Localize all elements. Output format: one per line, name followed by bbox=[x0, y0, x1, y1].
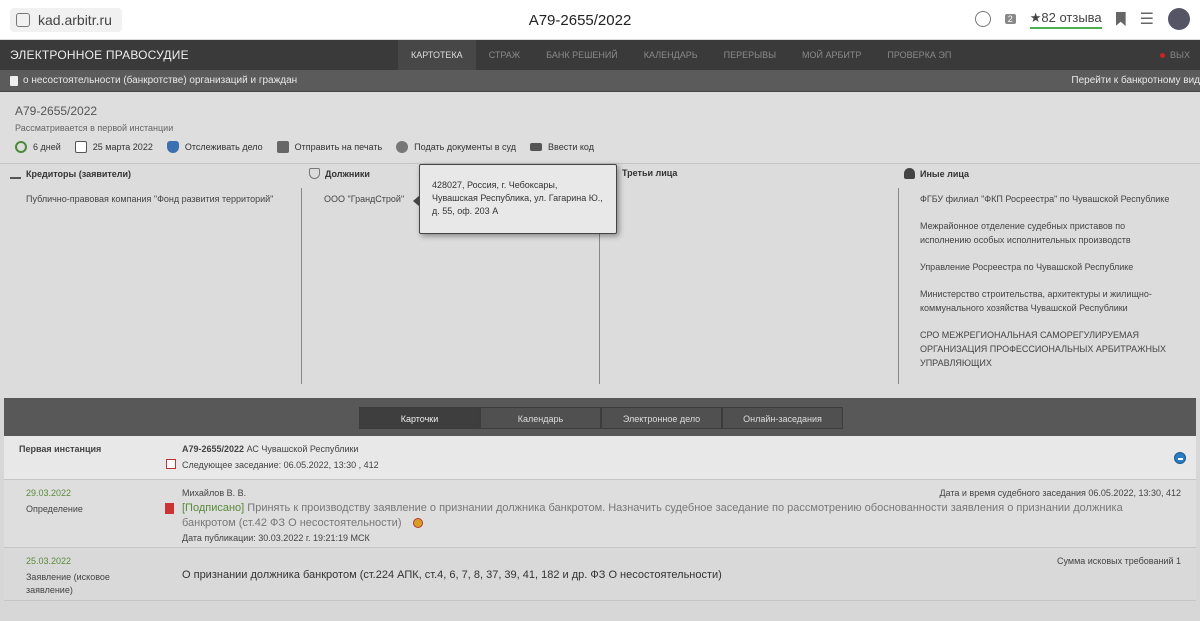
other-party-item[interactable]: ФГБУ филиал "ФКП Росреестра" по Чувашско… bbox=[920, 192, 1190, 206]
exit-link[interactable]: ВЫХ bbox=[1160, 40, 1190, 70]
nav-bank-resheniy[interactable]: БАНК РЕШЕНИЙ bbox=[533, 40, 631, 70]
instance-label: Первая инстанция bbox=[19, 444, 102, 454]
list-item bbox=[4, 601, 1196, 621]
list-item: 25.03.2022 Заявление (исковое заявление)… bbox=[4, 548, 1196, 601]
column-divider bbox=[898, 188, 899, 384]
address-bar[interactable]: kad.arbitr.ru bbox=[10, 8, 122, 32]
submit-documents-button[interactable]: Подать документы в суд bbox=[396, 141, 516, 153]
other-party-item[interactable]: Межрайонное отделение судебных приставов… bbox=[920, 219, 1160, 247]
reviews-link[interactable]: ★82 отзыва bbox=[1029, 10, 1102, 29]
tab-calendar[interactable]: Календарь bbox=[480, 407, 601, 429]
entry-judge: Михайлов В. В. bbox=[182, 488, 247, 498]
list-item: 29.03.2022 Определение Михайлов В. В. Да… bbox=[4, 480, 1196, 548]
third-parties-header: Третьи лица bbox=[622, 168, 678, 178]
other-party-item[interactable]: СРО МЕЖРЕГИОНАЛЬНАЯ САМОРЕГУЛИРУЕМАЯ ОРГ… bbox=[920, 328, 1185, 370]
entry-type-cont: заявление) bbox=[26, 585, 73, 595]
other-party-item[interactable]: Министерство строительства, архитектуры … bbox=[920, 287, 1170, 315]
tab-online-sessions[interactable]: Онлайн-заседания bbox=[722, 407, 843, 429]
downloads-badge[interactable]: 2 bbox=[1004, 14, 1016, 24]
tab-cards[interactable]: Карточки bbox=[359, 407, 480, 429]
date-item: 25 марта 2022 bbox=[74, 141, 153, 153]
browser-icons: 2 ★82 отзыва ☰ bbox=[974, 8, 1190, 30]
other-party-item[interactable]: Управление Росреестра по Чувашской Респу… bbox=[920, 260, 1190, 274]
arrow-back-icon bbox=[15, 141, 27, 153]
lock-icon bbox=[16, 13, 30, 27]
debtor-item[interactable]: ООО "ГрандСтрой" bbox=[324, 192, 404, 206]
claim-amount: Сумма исковых требований 1 bbox=[1056, 556, 1181, 566]
document-icon bbox=[10, 75, 18, 86]
entry-text[interactable]: О признании должника банкротом (ст.224 А… bbox=[182, 569, 722, 581]
plus-icon bbox=[396, 141, 409, 153]
case-category: о несостоятельности (банкротстве) органи… bbox=[10, 75, 297, 86]
avatar-icon[interactable] bbox=[1168, 8, 1190, 30]
case-category-bar: о несостоятельности (банкротстве) органи… bbox=[0, 70, 1200, 92]
entry-type: Заявление (исковое bbox=[26, 572, 110, 582]
bankruptcy-view-link[interactable]: Перейти к банкротному вид bbox=[1071, 75, 1200, 86]
other-parties-header: Иные лица bbox=[904, 168, 969, 179]
case-number: А79-2655/2022 bbox=[15, 104, 98, 118]
tab-electronic-case[interactable]: Электронное дело bbox=[601, 407, 722, 429]
entry-date: 25.03.2022 bbox=[26, 556, 72, 566]
signature-seal-icon bbox=[413, 518, 423, 528]
site-brand[interactable]: ЭЛЕКТРОННОЕ ПРАВОСУДИЕ bbox=[10, 48, 189, 62]
top-navigation: ЭЛЕКТРОННОЕ ПРАВОСУДИЕ КАРТОТЕКА СТРАЖ Б… bbox=[0, 40, 1200, 70]
address-tooltip: 428027, Россия, г. Чебоксары, Чувашская … bbox=[413, 164, 617, 234]
shield-outline-icon bbox=[309, 168, 320, 179]
bookmark-icon[interactable] bbox=[1115, 12, 1126, 26]
column-divider bbox=[301, 188, 302, 384]
creditors-header: Кредиторы (заявители) bbox=[10, 168, 131, 179]
scales-icon bbox=[10, 168, 21, 179]
days-item: 6 дней bbox=[15, 141, 61, 153]
chat-icon[interactable] bbox=[974, 11, 991, 27]
calendar-icon bbox=[166, 459, 176, 469]
collapse-icon[interactable] bbox=[1174, 452, 1186, 464]
instance-row: Первая инстанция А79-2655/2022 АС Чувашс… bbox=[4, 436, 1196, 480]
nav-strazh[interactable]: СТРАЖ bbox=[476, 40, 533, 70]
case-toolbar: 6 дней 25 марта 2022 Отслеживать дело От… bbox=[15, 141, 594, 153]
pdf-icon[interactable] bbox=[165, 503, 174, 514]
entry-text[interactable]: [Подписано] Принять к производству заявл… bbox=[182, 502, 1123, 514]
publication-date: Дата публикации: 30.03.2022 г. 19:21:19 … bbox=[182, 533, 370, 543]
person-icon bbox=[904, 168, 915, 179]
track-case-button[interactable]: Отслеживать дело bbox=[166, 141, 263, 153]
hearing-datetime: Дата и время судебного заседания 06.05.2… bbox=[939, 488, 1181, 498]
print-button[interactable]: Отправить на печать bbox=[276, 141, 382, 153]
entry-text-cont[interactable]: банкротом (ст.42 ФЗ О несостоятельности) bbox=[182, 517, 401, 529]
next-hearing: Следующее заседание: 06.05.2022, 13:30 ,… bbox=[182, 460, 379, 470]
debtors-header: Должники bbox=[309, 168, 370, 179]
instance-case: А79-2655/2022 АС Чувашской Республики bbox=[182, 444, 359, 454]
keyboard-icon bbox=[530, 143, 543, 151]
exit-icon bbox=[1160, 53, 1166, 59]
browser-bar: kad.arbitr.ru А79-2655/2022 2 ★82 отзыва… bbox=[0, 0, 1200, 40]
entry-date: 29.03.2022 bbox=[26, 488, 72, 498]
tab-title: А79-2655/2022 bbox=[528, 12, 632, 29]
calendar-icon bbox=[74, 141, 87, 153]
menu-icon[interactable]: ☰ bbox=[1140, 9, 1154, 29]
enter-code-button[interactable]: Ввести код bbox=[530, 141, 594, 153]
creditor-item[interactable]: Публично-правовая компания "Фонд развити… bbox=[26, 192, 273, 206]
nav-moy-arbitr[interactable]: МОЙ АРБИТР bbox=[789, 40, 874, 70]
shield-icon bbox=[166, 141, 179, 153]
url-text: kad.arbitr.ru bbox=[38, 12, 112, 28]
tabs-bar: Карточки Календарь Электронное дело Онла… bbox=[4, 398, 1196, 436]
case-header: А79-2655/2022 Рассматривается в первой и… bbox=[0, 92, 1200, 164]
nav-calendar[interactable]: КАЛЕНДАРЬ bbox=[631, 40, 711, 70]
entry-type: Определение bbox=[26, 504, 83, 514]
case-status: Рассматривается в первой инстанции bbox=[15, 123, 174, 133]
nav-kartoteka[interactable]: КАРТОТЕКА bbox=[398, 40, 476, 70]
nav-proverka-ep[interactable]: ПРОВЕРКА ЭП bbox=[874, 40, 964, 70]
printer-icon bbox=[276, 141, 289, 153]
nav-pereryvy[interactable]: ПЕРЕРЫВЫ bbox=[711, 40, 789, 70]
